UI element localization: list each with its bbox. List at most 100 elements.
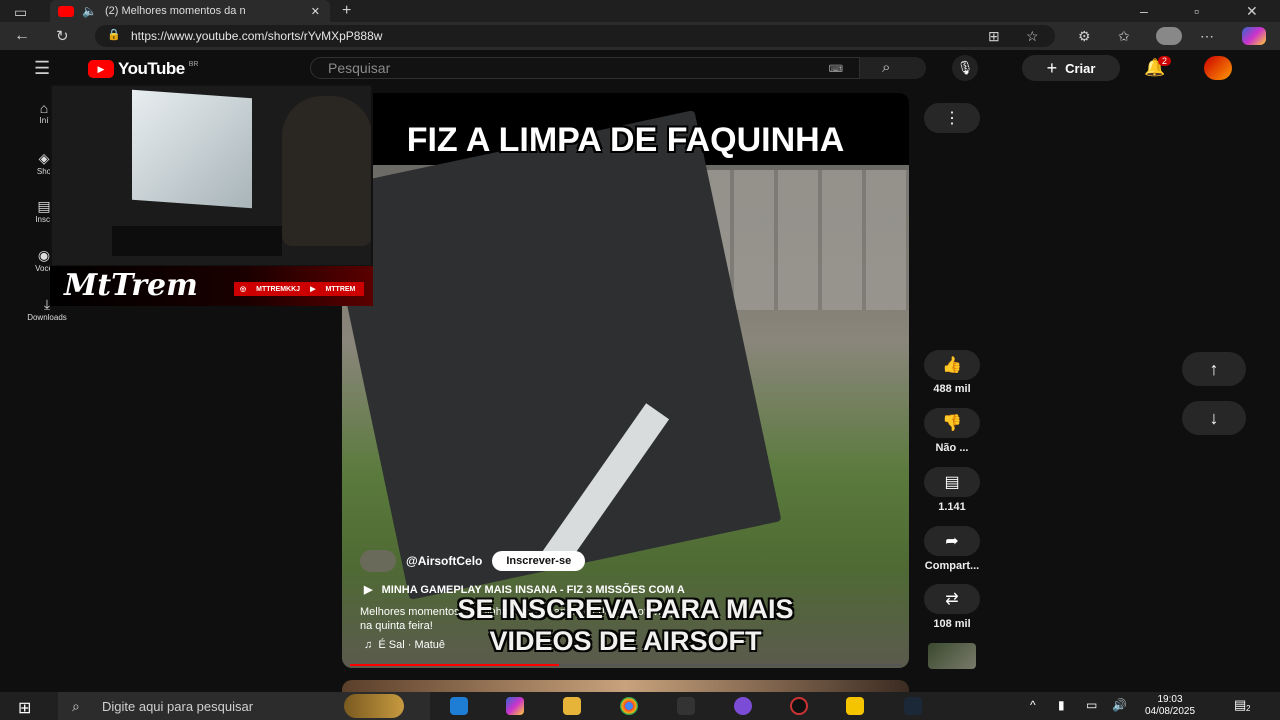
vegas-icon[interactable]: [846, 697, 864, 715]
volume-icon[interactable]: 🔊: [1112, 698, 1127, 712]
video-caption-top: FIZ A LIMPA DE FAQUINHA: [406, 121, 845, 159]
comment-count: 1.141: [938, 501, 966, 513]
create-button[interactable]: + Criar: [1022, 55, 1120, 81]
arrow-up-icon: ↑: [1209, 358, 1219, 379]
channel-row: @AirsoftCelo Inscrever-se: [360, 550, 586, 572]
app-available-icon[interactable]: ⊞: [988, 28, 1000, 45]
window-close-icon[interactable]: ✕: [1246, 3, 1258, 20]
address-bar: ← ↻ 🔒 https://www.youtube.com/shorts/rYv…: [0, 22, 1280, 50]
search-icon: ⌕: [72, 698, 80, 714]
time: 19:03: [1157, 694, 1183, 705]
browser-tab-bar: ▭ 🔈 (2) Melhores momentos da n ✕ + – ▫ ✕: [0, 0, 1280, 22]
notification-badge: 2: [1158, 56, 1172, 66]
remix-count: 108 mil: [933, 618, 971, 630]
tab-actions-icon[interactable]: ▭: [14, 4, 27, 21]
dislike-button[interactable]: 👎: [924, 408, 980, 438]
create-label: Criar: [1065, 60, 1096, 76]
dislike-label: Não ...: [935, 442, 969, 454]
streamer-name: MtTrem: [64, 268, 198, 303]
discord-icon[interactable]: [734, 697, 752, 715]
maximize-icon[interactable]: ▫: [1194, 3, 1199, 19]
chrome-icon[interactable]: [620, 697, 638, 715]
share-icon: ➦: [945, 533, 959, 550]
windows-start-icon[interactable]: ⊞: [18, 698, 31, 718]
subscribe-button[interactable]: Inscrever-se: [492, 551, 586, 571]
previous-short-button[interactable]: ↑: [1182, 352, 1246, 386]
search-button[interactable]: ⌕: [860, 57, 926, 79]
minimize-icon[interactable]: –: [1140, 3, 1148, 19]
remix-icon: ⇄: [945, 591, 959, 608]
extensions-icon[interactable]: ⚙: [1078, 28, 1091, 45]
more-options-button[interactable]: ⋮: [924, 103, 980, 133]
usb-icon[interactable]: ▮: [1058, 698, 1065, 712]
app-icon[interactable]: [677, 697, 695, 715]
sidebar-item-label: Downloads: [27, 313, 67, 322]
file-explorer-icon[interactable]: [563, 697, 581, 715]
copilot-app-icon[interactable]: [506, 697, 524, 715]
taskbar-clock[interactable]: 19:03 04/08/2025: [1140, 694, 1200, 718]
edge-icon[interactable]: [450, 697, 468, 715]
plus-icon: +: [1046, 57, 1058, 78]
notification-center-count: 2: [1246, 704, 1251, 713]
video-caption-bottom: SE INSCREVA PARA MAIS VIDEOS DE AIRSOFT: [342, 593, 909, 657]
comment-icon: ▤: [944, 474, 960, 491]
search-highlight-icon: [344, 694, 404, 718]
url-field[interactable]: 🔒 https://www.youtube.com/shorts/rYvMXpP…: [95, 25, 1055, 47]
monitor-screen: [132, 89, 252, 209]
speaker-icon[interactable]: 🔈: [82, 4, 97, 18]
url-text: https://www.youtube.com/shorts/rYvMXpP88…: [131, 29, 383, 43]
channel-name[interactable]: @AirsoftCelo: [406, 554, 482, 568]
caption-line: VIDEOS DE AIRSOFT: [489, 626, 762, 656]
date: 04/08/2025: [1144, 706, 1196, 717]
more-vertical-icon: ⋮: [944, 110, 960, 127]
obs-icon[interactable]: [790, 697, 808, 715]
streamer-brand-bar: MtTrem ◎ MTTREMKKJ ▶ MTTREM: [50, 266, 373, 306]
steam-icon[interactable]: [904, 697, 922, 715]
youtube-play-icon: ▶: [88, 60, 114, 78]
taskbar-search-placeholder: Digite aqui para pesquisar: [102, 698, 254, 714]
voice-search-icon[interactable]: 🎙: [952, 55, 978, 81]
youtube-header: ☰ ▶ YouTube BR Pesquisar ⌨ ⌕ 🎙 + Criar 🔔…: [0, 50, 1280, 86]
like-count: 488 mil: [933, 383, 971, 395]
logo-text: YouTube: [118, 59, 185, 78]
desk: [112, 226, 282, 256]
channel-avatar[interactable]: [360, 550, 396, 572]
taskbar-search-input[interactable]: ⌕ Digite aqui para pesquisar: [58, 692, 430, 720]
progress-bar[interactable]: [350, 664, 901, 666]
remix-button[interactable]: ⇄: [924, 584, 980, 614]
comments-button[interactable]: ▤: [924, 467, 980, 497]
copilot-icon[interactable]: [1242, 27, 1266, 45]
notification-center-icon[interactable]: ▤: [1234, 697, 1246, 713]
short-video-player[interactable]: FIZ A LIMPA DE FAQUINHA @AirsoftCelo Ins…: [342, 93, 909, 668]
search-input[interactable]: Pesquisar ⌨: [310, 57, 860, 79]
next-short-button[interactable]: ↓: [1182, 401, 1246, 435]
thumbs-down-icon: 👎: [942, 415, 962, 432]
search-placeholder: Pesquisar: [328, 60, 391, 76]
favorites-icon[interactable]: ✩: [1118, 28, 1130, 45]
progress-fill: [350, 664, 560, 666]
refresh-icon[interactable]: ↻: [56, 27, 69, 45]
audio-thumbnail[interactable]: [928, 643, 976, 669]
more-icon[interactable]: ⋯: [1200, 28, 1214, 45]
windows-taskbar: ⊞ ⌕ Digite aqui para pesquisar ^ ▮ ▭ 🔊 1…: [0, 692, 1280, 720]
tray-chevron-icon[interactable]: ^: [1030, 698, 1036, 712]
arrow-down-icon: ↓: [1209, 407, 1219, 428]
close-tab-icon[interactable]: ✕: [311, 5, 320, 18]
menu-icon[interactable]: ☰: [34, 58, 50, 79]
youtube-logo[interactable]: ▶ YouTube BR: [88, 59, 198, 79]
favorite-star-icon[interactable]: ☆: [1026, 28, 1039, 45]
keyboard-icon[interactable]: ⌨: [829, 64, 843, 75]
tab-title: (2) Melhores momentos da n: [104, 5, 246, 17]
account-avatar[interactable]: [1204, 56, 1232, 80]
network-icon[interactable]: ▭: [1086, 698, 1097, 712]
youtube-small-icon: ▶: [310, 286, 316, 293]
back-icon[interactable]: ←: [14, 27, 30, 45]
profile-icon[interactable]: [1156, 27, 1182, 45]
share-button[interactable]: ➦: [924, 526, 980, 556]
social-handle: MTTREMKKJ: [256, 285, 301, 293]
browser-tab[interactable]: 🔈 (2) Melhores momentos da n ✕: [50, 0, 330, 22]
next-short-preview[interactable]: [342, 680, 909, 692]
like-button[interactable]: 👍: [924, 350, 980, 380]
new-tab-icon[interactable]: +: [342, 2, 351, 20]
youtube-favicon-icon: [58, 5, 74, 17]
